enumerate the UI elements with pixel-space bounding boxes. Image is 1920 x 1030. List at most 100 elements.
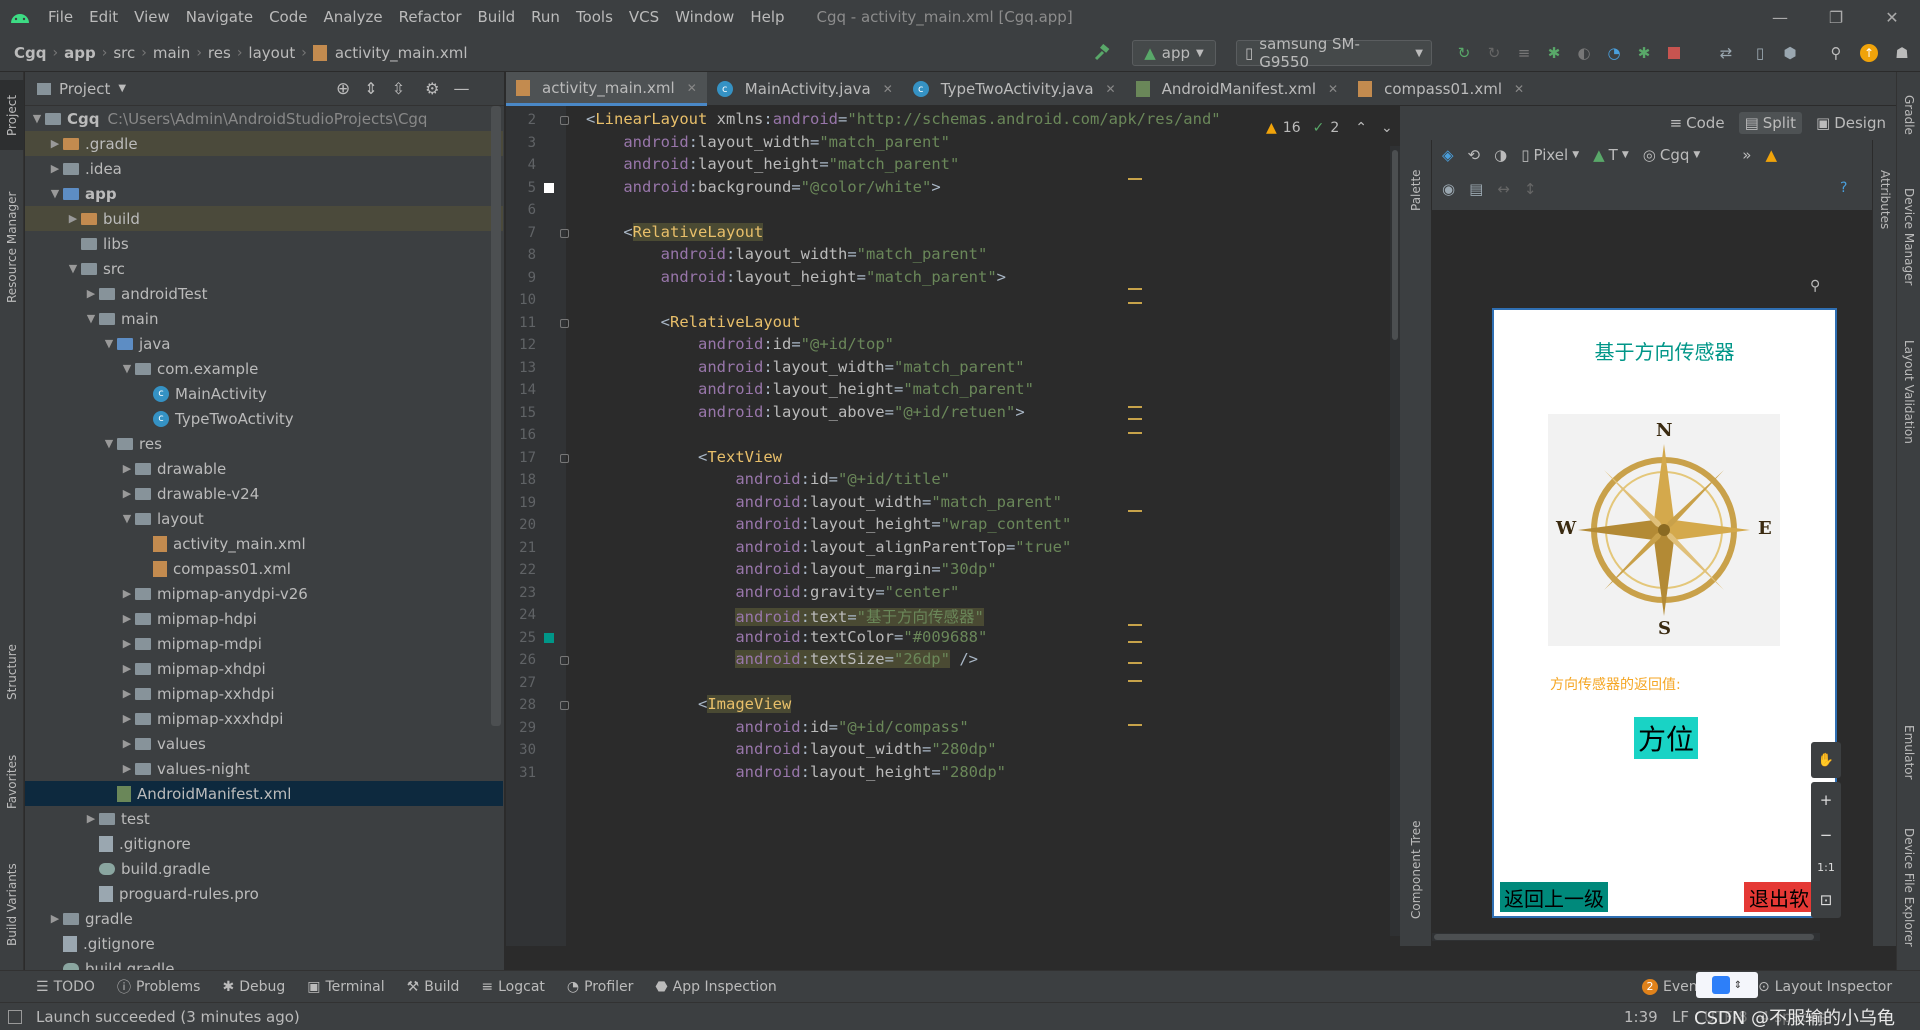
project-view-select[interactable]: Project xyxy=(59,80,110,98)
compass-image[interactable]: N S W E xyxy=(1548,414,1780,646)
code-line[interactable]: android:layout_width="match_parent" xyxy=(586,245,988,263)
inspection-widget[interactable]: ▲ 16 ✓ 2 ⌃ ⌄ xyxy=(1266,120,1393,136)
chevron-right-icon[interactable]: ▶ xyxy=(119,487,135,500)
code-line[interactable]: android:layout_above="@+id/retuen"> xyxy=(586,403,1025,421)
sdk-manager-icon[interactable]: ⬢ xyxy=(1778,40,1802,66)
code-mode-button[interactable]: ≡ Code xyxy=(1670,114,1725,132)
run-config-select[interactable]: ▲ app ▼ xyxy=(1132,40,1216,66)
chevron-down-icon[interactable]: ▼ xyxy=(65,262,81,275)
chevron-right-icon[interactable]: ▶ xyxy=(119,462,135,475)
tool-favorites[interactable]: Favorites xyxy=(0,742,24,822)
tree-item[interactable]: ▼ layout xyxy=(25,506,503,531)
color-white-swatch-icon[interactable] xyxy=(544,182,554,193)
layers-icon[interactable]: ◈ xyxy=(1442,146,1454,164)
tree-item[interactable]: ▶ mipmap-anydpi-v26 xyxy=(25,581,503,606)
code-line[interactable]: <ImageView xyxy=(586,695,792,713)
back-button[interactable]: 返回上一级 xyxy=(1500,882,1608,912)
warning-icon[interactable]: ▲ xyxy=(1765,146,1777,164)
code-line[interactable]: android:layout_height="match_parent"> xyxy=(586,268,1006,286)
search-icon[interactable]: ⚲ xyxy=(1824,40,1848,66)
tree-item[interactable]: libs xyxy=(25,231,503,256)
chevron-right-icon[interactable]: ▶ xyxy=(119,712,135,725)
ime-indicator[interactable]: ⇕ xyxy=(1696,972,1758,998)
warning-marker[interactable] xyxy=(1128,406,1142,408)
chevron-down-icon[interactable]: ▼ xyxy=(101,437,117,450)
tool-todo[interactable]: ☰ TODO xyxy=(36,979,95,995)
split-mode-button[interactable]: ▤ Split xyxy=(1738,112,1803,134)
tool-resource-manager[interactable]: Resource Manager xyxy=(0,172,24,322)
tool-device-manager[interactable]: Device Manager xyxy=(1897,172,1920,302)
fold-icon[interactable] xyxy=(560,318,569,328)
warning-marker[interactable] xyxy=(1128,680,1142,682)
code-line[interactable]: android:id="@+id/top" xyxy=(586,335,894,353)
tree-item[interactable]: .gitignore xyxy=(25,931,503,956)
tree-item[interactable]: ▶ drawable-v24 xyxy=(25,481,503,506)
code-line[interactable]: android:layout_height="280dp" xyxy=(586,763,1006,781)
tool-component-tree[interactable]: Component Tree xyxy=(1404,800,1428,940)
code-line[interactable]: android:layout_margin="30dp" xyxy=(586,560,996,578)
code-line[interactable]: android:layout_width="280dp" xyxy=(586,740,996,758)
fold-icon[interactable] xyxy=(560,656,569,665)
code-line[interactable]: android:id="@+id/title" xyxy=(586,470,950,488)
code-line[interactable]: android:layout_height="wrap_content" xyxy=(586,515,1071,533)
design-mode-button[interactable]: ▣ Design xyxy=(1816,114,1886,132)
tree-item[interactable]: compass01.xml xyxy=(25,556,503,581)
warning-marker[interactable] xyxy=(1128,302,1142,304)
code-line[interactable]: <TextView xyxy=(586,448,782,466)
gear-icon[interactable]: ⚙ xyxy=(425,79,439,98)
menu-analyze[interactable]: Analyze xyxy=(315,0,390,34)
close-icon[interactable]: ✕ xyxy=(1328,82,1338,96)
code-line[interactable]: android:textColor="#009688" xyxy=(586,628,987,646)
warning-marker[interactable] xyxy=(1128,288,1142,290)
fold-icon[interactable] xyxy=(560,453,569,463)
menu-edit[interactable]: Edit xyxy=(81,0,126,34)
canvas-horizontal-scrollbar[interactable] xyxy=(1432,933,1820,941)
night-mode-icon[interactable]: ◑ xyxy=(1494,146,1507,164)
coverage-icon[interactable]: ◐ xyxy=(1572,40,1596,66)
tree-item[interactable]: ▶ values-night xyxy=(25,756,503,781)
target-icon[interactable]: ⊕ xyxy=(336,79,350,99)
tree-item[interactable]: ▶ mipmap-xxhdpi xyxy=(25,681,503,706)
help-icon[interactable]: ? xyxy=(1840,180,1847,196)
eye-icon[interactable]: ◉ xyxy=(1442,180,1455,198)
sensor-value-label[interactable]: 方向传感器的返回值: xyxy=(1550,674,1681,694)
tree-item[interactable]: ▶ values xyxy=(25,731,503,756)
menu-view[interactable]: View xyxy=(126,0,178,34)
close-icon[interactable]: ✕ xyxy=(1864,0,1920,34)
close-icon[interactable]: ✕ xyxy=(1514,82,1524,96)
restore-icon[interactable]: ❐ xyxy=(1808,0,1864,34)
menu-refactor[interactable]: Refactor xyxy=(391,0,470,34)
warning-marker[interactable] xyxy=(1128,418,1142,420)
tool-logcat[interactable]: ≡ Logcat xyxy=(481,979,545,995)
tree-item[interactable]: ▼ java xyxy=(25,331,503,356)
zoom-actual-button[interactable]: 1:1 xyxy=(1817,861,1835,874)
preview-title[interactable]: 基于方向传感器 xyxy=(1494,336,1835,365)
breadcrumb-app[interactable]: app xyxy=(60,44,100,62)
warning-marker[interactable] xyxy=(1128,178,1142,180)
hammer-icon[interactable] xyxy=(1090,40,1114,66)
zoom-fit-icon[interactable]: ⊡ xyxy=(1820,891,1833,909)
warning-marker[interactable] xyxy=(1128,510,1142,512)
apply-code-icon[interactable]: ≡ xyxy=(1512,40,1536,66)
chevron-down-icon[interactable]: ⌄ xyxy=(1381,120,1393,136)
chevron-right-icon[interactable]: ▶ xyxy=(83,812,99,825)
chevron-right-icon[interactable]: ▶ xyxy=(119,637,135,650)
menu-help[interactable]: Help xyxy=(742,0,792,34)
device-select[interactable]: ▯ samsung SM-G9550 ▼ xyxy=(1236,35,1432,71)
chevron-down-icon[interactable]: ▼ xyxy=(101,337,117,350)
collapse-all-icon[interactable]: ⇳ xyxy=(392,79,405,98)
chevron-right-icon[interactable]: ▶ xyxy=(47,162,63,175)
warning-marker[interactable] xyxy=(1128,641,1142,643)
api-select[interactable]: ▲ T ▼ xyxy=(1593,146,1629,164)
tool-structure[interactable]: Structure xyxy=(0,632,24,712)
chevron-right-icon[interactable]: ▶ xyxy=(119,612,135,625)
caret-position[interactable]: 1:39 xyxy=(1624,1008,1658,1026)
tree-item[interactable]: ▶ androidTest xyxy=(25,281,503,306)
tab-main-activity[interactable]: c MainActivity.java ✕ xyxy=(707,72,903,106)
stop-icon[interactable] xyxy=(1662,40,1686,66)
fold-icon[interactable] xyxy=(560,228,569,238)
project-scrollbar[interactable] xyxy=(491,106,501,726)
tool-build-variants[interactable]: Build Variants xyxy=(0,850,24,960)
chevron-right-icon[interactable]: ▶ xyxy=(83,287,99,300)
tree-item[interactable]: ▶ mipmap-mdpi xyxy=(25,631,503,656)
